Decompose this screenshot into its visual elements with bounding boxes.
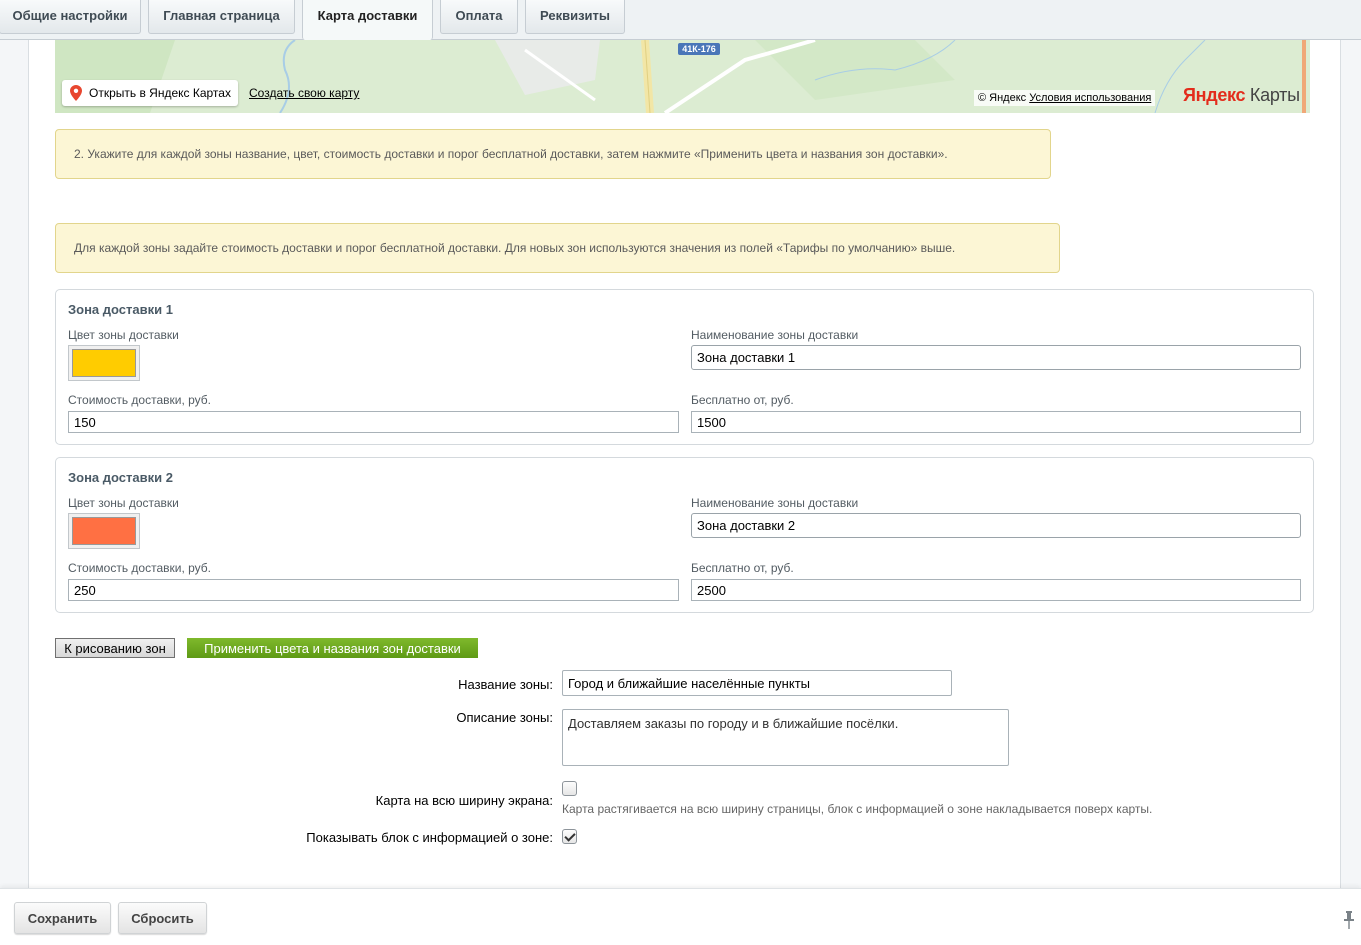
delivery-cost-input[interactable]: [68, 411, 679, 433]
tab-main-page[interactable]: Главная страница: [148, 0, 295, 34]
zone-name-field[interactable]: [562, 670, 952, 696]
delivery-cost-label: Стоимость доставки, руб.: [68, 561, 211, 575]
defaults-note: Для каждой зоны задайте стоимость достав…: [55, 223, 1060, 273]
open-in-yandex-maps-label: Открыть в Яндекс Картах: [89, 86, 231, 100]
tab-payment[interactable]: Оплата: [440, 0, 518, 34]
copyright-text: © Яндекс: [978, 92, 1027, 104]
delivery-cost-label: Стоимость доставки, руб.: [68, 393, 211, 407]
save-button[interactable]: Сохранить: [14, 902, 111, 934]
tab-delivery-map[interactable]: Карта доставки: [302, 0, 433, 40]
open-in-yandex-maps-button[interactable]: Открыть в Яндекс Картах: [62, 80, 238, 106]
yandex-maps-logo: Яндекс Карты: [1183, 85, 1300, 105]
zone-color-label: Цвет зоны доставки: [68, 328, 179, 342]
zone-name-label: Наименование зоны доставки: [691, 496, 859, 510]
delivery-map[interactable]: 41К-176 Открыть в Яндекс Картах Создать …: [55, 40, 1310, 113]
free-from-input[interactable]: [691, 411, 1301, 433]
zone-card-2: Зона доставки 2 Цвет зоны доставки Наиме…: [55, 457, 1314, 613]
zone-color-picker[interactable]: [68, 345, 140, 381]
free-from-input[interactable]: [691, 579, 1301, 601]
zone-card-1: Зона доставки 1 Цвет зоны доставки Наиме…: [55, 289, 1314, 445]
show-info-label: Показывать блок с информацией о зоне:: [306, 830, 553, 845]
create-own-map-link[interactable]: Создать свою карту: [249, 86, 359, 100]
tab-requisites[interactable]: Реквизиты: [525, 0, 625, 34]
delivery-cost-input[interactable]: [68, 579, 679, 601]
zone-color-swatch: [72, 517, 136, 545]
zone-title: Зона доставки 2: [68, 470, 173, 485]
zone-name-input[interactable]: [691, 513, 1301, 538]
road-number-badge: 41К-176: [678, 43, 720, 55]
zone-description-field[interactable]: Доставляем заказы по городу и в ближайши…: [562, 709, 1009, 766]
tab-bar: Общие настройки Главная страница Карта д…: [0, 0, 1361, 40]
zone-color-picker[interactable]: [68, 513, 140, 549]
fullwidth-map-hint: Карта растягивается на всю ширину страни…: [562, 802, 1153, 816]
fullwidth-map-label: Карта на всю ширину экрана:: [375, 793, 553, 808]
zone-name-input[interactable]: [691, 345, 1301, 370]
zone-color-label: Цвет зоны доставки: [68, 496, 179, 510]
map-copyright: © Яндекс Условия использования: [974, 90, 1156, 106]
terms-of-use-link[interactable]: Условия использования: [1029, 92, 1151, 104]
zone-name-label: Наименование зоны доставки: [691, 328, 859, 342]
fullwidth-map-checkbox[interactable]: [562, 781, 577, 796]
pin-icon[interactable]: [1343, 911, 1355, 929]
reset-button[interactable]: Сбросить: [118, 902, 207, 934]
map-pin-icon: [70, 85, 82, 101]
apply-colors-button[interactable]: Применить цвета и названия зон доставки: [187, 638, 478, 658]
zone-color-swatch: [72, 349, 136, 377]
free-from-label: Бесплатно от, руб.: [691, 393, 794, 407]
draw-zones-button[interactable]: К рисованию зон: [55, 638, 175, 658]
tab-general-settings[interactable]: Общие настройки: [0, 0, 141, 34]
zone-description-label: Описание зоны:: [456, 710, 553, 725]
free-from-label: Бесплатно от, руб.: [691, 561, 794, 575]
footer-bar: Сохранить Сбросить: [0, 888, 1361, 945]
step2-note: 2. Укажите для каждой зоны название, цве…: [55, 129, 1051, 179]
zone-name-field-label: Название зоны:: [458, 677, 553, 692]
zone-title: Зона доставки 1: [68, 302, 173, 317]
show-info-checkbox[interactable]: [562, 829, 577, 844]
